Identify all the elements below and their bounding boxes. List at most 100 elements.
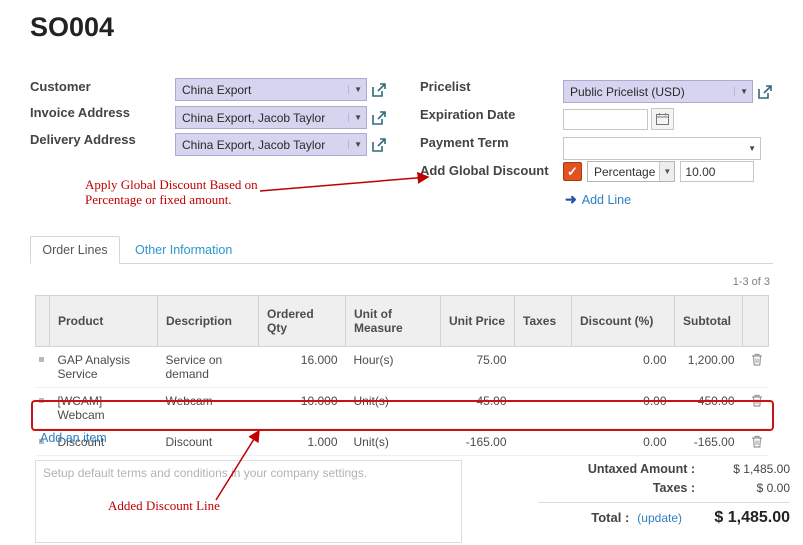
- discount-type-select[interactable]: Percentage ▼: [587, 161, 675, 182]
- col-discount: Discount (%): [572, 296, 675, 347]
- untaxed-amount-row: Untaxed Amount : $ 1,485.00: [490, 462, 790, 476]
- terms-textarea[interactable]: [35, 460, 462, 543]
- cell-taxes: [515, 388, 572, 429]
- tab-order-lines[interactable]: Order Lines: [30, 236, 120, 264]
- cell-unit-price: -165.00: [441, 429, 515, 456]
- totals-divider: [538, 502, 790, 503]
- col-product: Product: [50, 296, 158, 347]
- trash-icon[interactable]: [751, 435, 763, 448]
- trash-icon[interactable]: [751, 394, 763, 407]
- delivery-address-select[interactable]: China Export, Jacob Taylor ▼: [175, 133, 367, 156]
- cell-subtotal: 450.00: [675, 388, 743, 429]
- discount-amount-input[interactable]: [680, 161, 754, 182]
- calendar-icon[interactable]: [651, 108, 674, 130]
- discount-type-value: Percentage: [588, 165, 659, 179]
- pricelist-value: Public Pricelist (USD): [570, 85, 685, 99]
- col-taxes: Taxes: [515, 296, 572, 347]
- payment-term-select[interactable]: ▼: [563, 137, 761, 160]
- global-discount-label: Add Global Discount: [420, 163, 549, 178]
- total-value: $ 1,485.00: [690, 509, 790, 527]
- taxes-label: Taxes :: [490, 481, 695, 495]
- cell-taxes: [515, 347, 572, 388]
- pager: 1-3 of 3: [733, 276, 770, 288]
- tab-other-information-label: Other Information: [135, 243, 232, 257]
- expiration-date-input[interactable]: [563, 109, 648, 130]
- cell-ordered-qty: 10.000: [259, 388, 346, 429]
- cell-subtotal: -165.00: [675, 429, 743, 456]
- add-line-label: Add Line: [582, 193, 631, 207]
- total-row: Total : (update) $ 1,485.00: [490, 509, 790, 527]
- cell-subtotal: 1,200.00: [675, 347, 743, 388]
- trash-icon[interactable]: [751, 353, 763, 366]
- col-delete: [743, 296, 769, 347]
- global-discount-annotation: Apply Global Discount Based on Percentag…: [85, 177, 277, 207]
- tab-other-information[interactable]: Other Information: [135, 243, 232, 257]
- global-discount-checkbox[interactable]: ✓: [563, 162, 582, 181]
- discount-line-annotation: Added Discount Line: [108, 498, 220, 513]
- taxes-value: $ 0.00: [695, 481, 790, 495]
- cell-ordered-qty: 16.000: [259, 347, 346, 388]
- col-subtotal: Subtotal: [675, 296, 743, 347]
- untaxed-amount-value: $ 1,485.00: [695, 462, 790, 476]
- col-unit-price: Unit Price: [441, 296, 515, 347]
- customer-label: Customer: [30, 79, 91, 94]
- cell-product: [WCAM] Webcam: [50, 388, 158, 429]
- arrow-right-icon: ➜: [565, 191, 577, 208]
- cell-description: Service on demand: [158, 347, 259, 388]
- page-title: SO004: [30, 12, 114, 43]
- chevron-down-icon: ▼: [348, 85, 362, 94]
- delivery-address-value: China Export, Jacob Taylor: [182, 138, 325, 152]
- invoice-address-select[interactable]: China Export, Jacob Taylor ▼: [175, 106, 367, 129]
- external-link-icon[interactable]: [757, 84, 773, 100]
- external-link-icon[interactable]: [371, 82, 387, 98]
- untaxed-amount-label: Untaxed Amount :: [490, 462, 695, 476]
- external-link-icon[interactable]: [371, 137, 387, 153]
- chevron-down-icon: ▼: [734, 87, 748, 96]
- add-line-button[interactable]: ➜ Add Line: [565, 191, 631, 208]
- add-an-item-link[interactable]: Add an item: [40, 431, 107, 445]
- customer-value: China Export: [182, 83, 251, 97]
- invoice-address-value: China Export, Jacob Taylor: [182, 111, 325, 125]
- order-lines-table: Product Description Ordered Qty Unit of …: [35, 295, 769, 456]
- payment-term-label: Payment Term: [420, 135, 509, 150]
- cell-ordered-qty: 1.000: [259, 429, 346, 456]
- table-header-row: Product Description Ordered Qty Unit of …: [36, 296, 769, 347]
- pricelist-label: Pricelist: [420, 79, 471, 94]
- chevron-down-icon: ▼: [743, 144, 756, 153]
- table-row[interactable]: [WCAM] Webcam Webcam 10.000 Unit(s) 45.0…: [36, 388, 769, 429]
- customer-select[interactable]: China Export ▼: [175, 78, 367, 101]
- invoice-address-label: Invoice Address: [30, 105, 130, 120]
- tab-order-lines-label: Order Lines: [42, 243, 107, 257]
- external-link-icon[interactable]: [371, 110, 387, 126]
- cell-taxes: [515, 429, 572, 456]
- row-handle: [36, 347, 50, 388]
- cell-unit-price: 75.00: [441, 347, 515, 388]
- cell-discount: 0.00: [572, 429, 675, 456]
- delete-row-cell: [743, 388, 769, 429]
- total-label: Total :: [591, 510, 629, 525]
- row-handle: [36, 388, 50, 429]
- expiration-date-label: Expiration Date: [420, 107, 515, 122]
- cell-unit-of-measure: Unit(s): [346, 429, 441, 456]
- cell-unit-of-measure: Unit(s): [346, 388, 441, 429]
- cell-description: Discount: [158, 429, 259, 456]
- chevron-down-icon: ▼: [348, 140, 362, 149]
- update-link[interactable]: (update): [637, 511, 682, 525]
- cell-description: Webcam: [158, 388, 259, 429]
- cell-unit-price: 45.00: [441, 388, 515, 429]
- delete-row-cell: [743, 429, 769, 456]
- col-ordered-qty: Ordered Qty: [259, 296, 346, 347]
- pricelist-select[interactable]: Public Pricelist (USD) ▼: [563, 80, 753, 103]
- tabs-divider: [30, 263, 773, 264]
- col-description: Description: [158, 296, 259, 347]
- cell-discount: 0.00: [572, 347, 675, 388]
- delivery-address-label: Delivery Address: [30, 132, 136, 147]
- cell-product: GAP Analysis Service: [50, 347, 158, 388]
- table-row-discount[interactable]: Discount Discount 1.000 Unit(s) -165.00 …: [36, 429, 769, 456]
- delete-row-cell: [743, 347, 769, 388]
- chevron-down-icon: ▼: [348, 113, 362, 122]
- cell-discount: 0.00: [572, 388, 675, 429]
- col-unit-of-measure: Unit of Measure: [346, 296, 441, 347]
- checkmark-icon: ✓: [567, 164, 578, 180]
- table-row[interactable]: GAP Analysis Service Service on demand 1…: [36, 347, 769, 388]
